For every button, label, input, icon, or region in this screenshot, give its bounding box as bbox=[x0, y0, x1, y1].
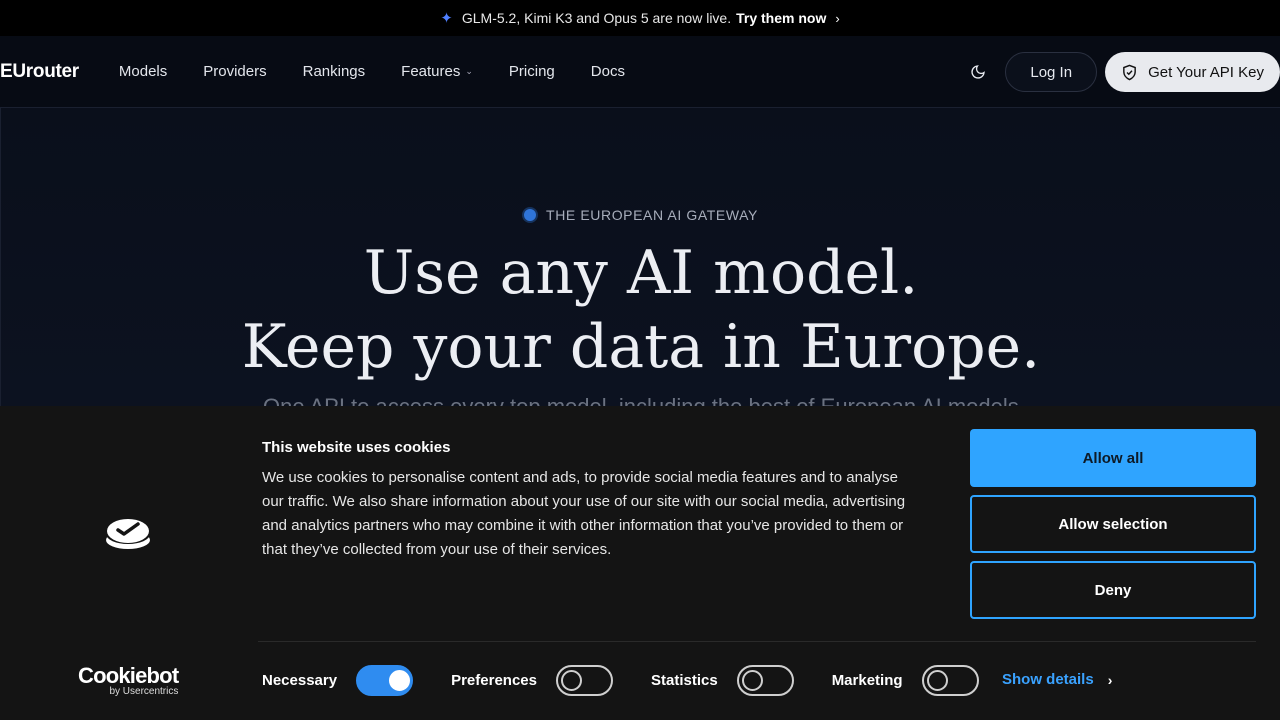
status-dot-icon bbox=[524, 209, 537, 221]
nav-actions: Log In Get Your API Key bbox=[965, 52, 1280, 92]
top-nav: EUrouter Models Providers Rankings Featu… bbox=[0, 36, 1280, 108]
toggle-statistics-label: Statistics bbox=[650, 671, 718, 689]
cookiebot-brand: Cookiebot bbox=[78, 663, 179, 688]
nav-link-docs[interactable]: Docs bbox=[591, 63, 625, 80]
nav-links: Models Providers Rankings Features ⌄ Pri… bbox=[119, 63, 661, 80]
hero-eyebrow-text: THE EUROPEAN AI GATEWAY bbox=[546, 207, 758, 223]
announcement-bar[interactable]: ✦ GLM-5.2, Kimi K3 and Opus 5 are now li… bbox=[0, 0, 1280, 36]
toggle-necessary: Necessary bbox=[262, 664, 414, 696]
chevron-right-icon: › bbox=[835, 10, 840, 26]
toggle-statistics: Statistics bbox=[650, 664, 794, 696]
sparkle-icon: ✦ bbox=[440, 10, 453, 27]
announcement-cta-link[interactable]: Try them now bbox=[736, 10, 826, 26]
cookie-title: This website uses cookies bbox=[262, 439, 451, 456]
necessary-switch[interactable] bbox=[356, 664, 414, 696]
statistics-switch[interactable] bbox=[736, 664, 794, 696]
get-api-key-label: Get Your API Key bbox=[1148, 63, 1264, 81]
toggle-preferences: Preferences bbox=[451, 664, 613, 696]
deny-button[interactable]: Deny bbox=[970, 561, 1256, 619]
preferences-switch[interactable] bbox=[555, 664, 613, 696]
hero-section: THE EUROPEAN AI GATEWAY Use any AI model… bbox=[0, 108, 1280, 419]
allow-selection-button[interactable]: Allow selection bbox=[970, 495, 1256, 553]
allow-all-button[interactable]: Allow all bbox=[970, 429, 1256, 487]
marketing-switch[interactable] bbox=[921, 664, 979, 696]
show-details-label: Show details bbox=[1002, 671, 1094, 688]
logo[interactable]: EUrouter bbox=[0, 61, 79, 83]
shield-check-icon bbox=[1121, 64, 1138, 81]
toggle-preferences-label: Preferences bbox=[451, 671, 537, 689]
divider bbox=[258, 641, 1256, 642]
nav-link-pricing[interactable]: Pricing bbox=[509, 63, 555, 80]
cookie-body: We use cookies to personalise content an… bbox=[262, 469, 906, 558]
toggle-necessary-label: Necessary bbox=[262, 671, 338, 689]
toggle-marketing-label: Marketing bbox=[831, 671, 903, 689]
consent-toggles: Necessary Preferences Statistics Marketi… bbox=[262, 664, 1017, 696]
hero-eyebrow: THE EUROPEAN AI GATEWAY bbox=[1, 207, 1280, 223]
nav-link-providers[interactable]: Providers bbox=[203, 63, 266, 80]
toggle-marketing: Marketing bbox=[831, 664, 979, 696]
chevron-right-icon: › bbox=[1107, 671, 1113, 688]
login-button[interactable]: Log In bbox=[1005, 52, 1098, 92]
nav-link-features-label: Features bbox=[401, 63, 461, 80]
show-details-link[interactable]: Show details › bbox=[1002, 671, 1112, 688]
moon-icon[interactable] bbox=[965, 59, 991, 85]
announcement-text: GLM-5.2, Kimi K3 and Opus 5 are now live… bbox=[461, 10, 732, 26]
hero-headline-line1: Use any AI model. bbox=[363, 238, 919, 308]
nav-link-features[interactable]: Features ⌄ bbox=[401, 63, 473, 80]
nav-link-rankings[interactable]: Rankings bbox=[303, 63, 366, 80]
get-api-key-button[interactable]: Get Your API Key bbox=[1105, 52, 1280, 92]
cookie-banner: This website uses cookies We use cookies… bbox=[0, 406, 1280, 720]
hero-headline: Use any AI model. Keep your data in Euro… bbox=[1, 236, 1280, 384]
cookiebot-logo[interactable]: Cookiebot by Usercentrics bbox=[78, 663, 179, 698]
chevron-down-icon: ⌄ bbox=[465, 66, 473, 76]
cookie-icon bbox=[104, 514, 152, 559]
nav-link-models[interactable]: Models bbox=[119, 63, 167, 80]
hero-headline-line2: Keep your data in Europe. bbox=[241, 312, 1041, 382]
